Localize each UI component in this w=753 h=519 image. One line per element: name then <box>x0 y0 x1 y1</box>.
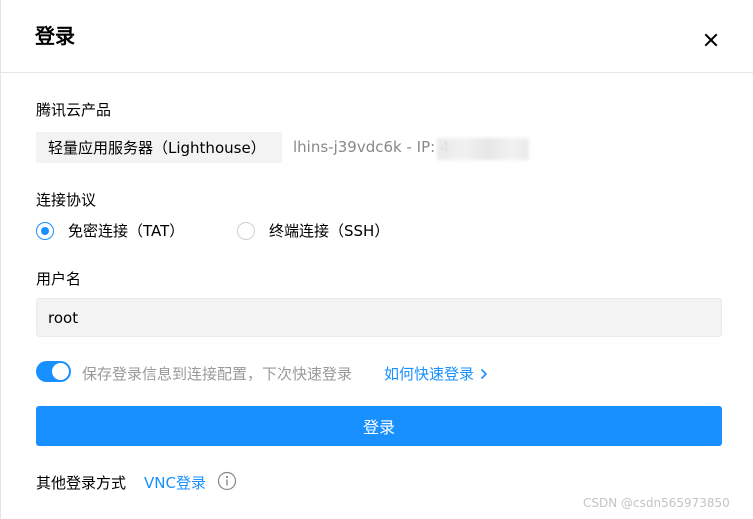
login-dialog: 登录 腾讯云产品 轻量应用服务器（Lighthouse） lhins-j39vd… <box>0 0 753 519</box>
username-label: 用户名 <box>36 270 82 288</box>
close-icon <box>704 33 718 47</box>
close-button[interactable] <box>701 30 721 50</box>
toggle-knob <box>52 363 69 380</box>
instance-info: lhins-j39vdc6k - IP: 4 <box>293 138 450 156</box>
product-tag-text: 轻量应用服务器（Lighthouse） <box>48 139 266 157</box>
radio-ssh-circle[interactable] <box>237 221 255 240</box>
username-input[interactable] <box>36 298 722 337</box>
dialog-title: 登录 <box>35 24 75 48</box>
quick-login-help-text: 如何快速登录 <box>384 365 475 383</box>
radio-tat[interactable]: 免密连接（TAT） <box>36 220 184 241</box>
vnc-login-link[interactable]: VNC登录 <box>144 472 206 493</box>
info-icon[interactable] <box>217 471 237 491</box>
other-login-label: 其他登录方式 <box>36 474 127 492</box>
save-login-toggle[interactable] <box>36 361 71 382</box>
ip-redacted <box>437 138 529 160</box>
product-tag: 轻量应用服务器（Lighthouse） <box>36 132 282 163</box>
login-button[interactable]: 登录 <box>36 406 722 446</box>
watermark: CSDN @csdn565973850 <box>583 496 730 510</box>
protocol-label: 连接协议 <box>36 191 97 209</box>
save-login-text: 保存登录信息到连接配置，下次快速登录 <box>82 365 353 383</box>
radio-ssh[interactable]: 终端连接（SSH） <box>237 220 389 241</box>
product-label: 腾讯云产品 <box>36 101 112 119</box>
dialog-header: 登录 <box>1 0 753 73</box>
chevron-right-icon <box>480 368 488 379</box>
radio-tat-label: 免密连接（TAT） <box>68 222 185 240</box>
quick-login-help-link[interactable]: 如何快速登录 <box>384 363 488 384</box>
radio-ssh-label: 终端连接（SSH） <box>269 222 390 240</box>
radio-tat-circle[interactable] <box>36 221 54 240</box>
